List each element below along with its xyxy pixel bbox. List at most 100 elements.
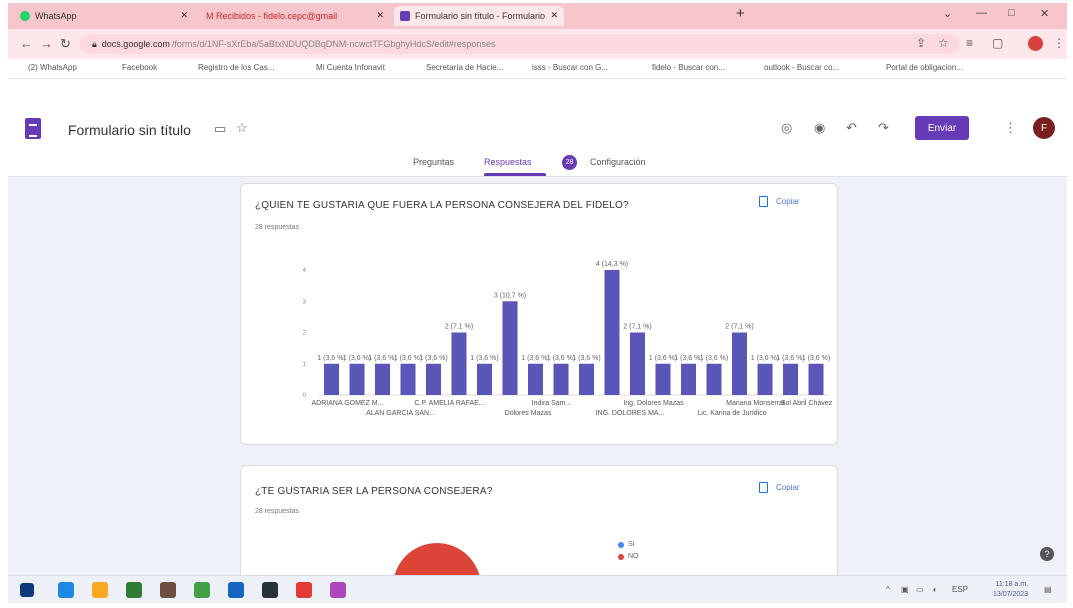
chart-bar [349, 363, 365, 395]
bookmark-portal[interactable]: Portal de obligacion... [874, 63, 963, 72]
share-icon[interactable]: ⇪ [916, 36, 926, 50]
app-icon[interactable] [160, 582, 176, 598]
bookmark-facebook[interactable]: Facebook [110, 63, 157, 72]
x-axis-label: ALAN GARCIA SAN... [366, 410, 435, 417]
chart-bar [808, 363, 824, 395]
taskbar-clock[interactable]: 11:18 a.m. 13/07/2023 [993, 580, 1028, 600]
responses-bar-chart: 012341 (3,6 %)1 (3,6 %)1 (3,6 %)1 (3,6 %… [303, 261, 833, 417]
tab-responses[interactable]: Respuestas [484, 157, 545, 176]
copy-chart-button[interactable]: Copiar [759, 196, 800, 207]
copy-icon [759, 482, 768, 493]
edge-icon[interactable] [58, 582, 74, 598]
infonavit-icon [304, 64, 312, 72]
windows-taskbar: ^ ▣ ▭ ◖ ESP 11:18 a.m. 13/07/2023 ▤ [8, 575, 1067, 603]
undo-icon[interactable]: ↶ [846, 120, 857, 136]
help-icon[interactable]: ? [1040, 547, 1054, 561]
google-icon [520, 64, 528, 72]
bar-value-label: 1 (3,6 %) [419, 355, 447, 362]
more-options-icon[interactable]: ⋮ [1004, 120, 1017, 136]
x-axis-label: ADRIANA GOMEZ M... [312, 400, 384, 407]
tab-whatsapp[interactable]: WhatsApp ✕ [14, 6, 194, 26]
responses-count-badge: 28 [562, 155, 577, 170]
google-icon [752, 64, 760, 72]
x-axis-label: C.P. AMELIA RAFAE... [414, 400, 484, 407]
clock-date: 13/07/2023 [993, 591, 1029, 598]
tab-questions[interactable]: Preguntas [413, 157, 454, 167]
forms-icon [400, 11, 410, 21]
bookmark-infonavit[interactable]: Mi Cuenta Infonavit [304, 63, 385, 72]
menu-dots-icon[interactable]: ⋮ [1053, 36, 1065, 50]
bookmark-registro[interactable]: Registro de los Cas... [186, 63, 274, 72]
notepad-icon[interactable] [126, 582, 142, 598]
tray-chevron-icon[interactable]: ^ [886, 585, 890, 594]
profile-avatar[interactable] [1028, 36, 1043, 51]
form-title[interactable]: Formulario sin título [68, 122, 191, 138]
close-tab-icon[interactable]: ✕ [376, 10, 384, 21]
network-icon[interactable]: ▭ [916, 585, 924, 594]
windows-start-icon[interactable] [20, 583, 34, 597]
address-bar[interactable]: 🔒︎ docs.google.com /forms/d/1NF-sXrEba/5… [80, 34, 960, 54]
forward-icon[interactable]: → [40, 36, 53, 51]
maximize-button[interactable]: □ [1008, 7, 1015, 19]
language-indicator[interactable]: ESP [952, 585, 968, 594]
app-icon-2[interactable] [330, 582, 346, 598]
close-window-button[interactable]: ✕ [1040, 7, 1049, 20]
bar-value-label: 1 (3,6 %) [776, 355, 804, 362]
chart-bar [528, 363, 543, 395]
extensions-icon[interactable]: ≡ [966, 36, 973, 50]
preview-eye-icon[interactable]: ◉ [814, 120, 825, 136]
tab-gmail[interactable]: M Recibidos - fidelo.cepc@gmail ✕ [200, 6, 390, 26]
reload-icon[interactable]: ↻ [60, 36, 71, 52]
tab-label: Formulario sin título - Formulario [415, 11, 546, 21]
bookmark-whatsapp[interactable]: (2) WhatsApp [16, 63, 77, 72]
chrome-icon[interactable] [296, 582, 312, 598]
sidepanel-icon[interactable]: ▢ [992, 36, 1003, 50]
bar-value-label: 1 (3,6 %) [521, 355, 549, 362]
bar-value-label: 1 (3,6 %) [317, 355, 345, 362]
tab-label: M Recibidos - fidelo.cepc@gmail [206, 11, 338, 21]
spotify-icon[interactable] [194, 582, 210, 598]
y-tick-label: 0 [303, 393, 307, 399]
redo-icon[interactable]: ↷ [878, 120, 889, 136]
bookmark-star-icon[interactable]: ☆ [938, 36, 949, 50]
question-title: ¿QUIEN TE GUSTARIA QUE FUERA LA PERSONA … [255, 200, 629, 211]
bookmark-fidelo[interactable]: fidelo - Buscar con... [640, 63, 725, 72]
whatsapp-icon [20, 11, 30, 21]
forms-header [8, 79, 1067, 149]
close-tab-icon[interactable]: ✕ [180, 10, 188, 21]
chart-bar [706, 363, 722, 395]
whatsapp-icon [16, 64, 24, 72]
clock-time: 11:18 a.m. [995, 581, 1029, 588]
google-icon [640, 64, 648, 72]
x-axis-label: Lic. Karina de Jurídico [697, 410, 766, 417]
legend-dot [618, 541, 624, 548]
forms-logo-icon[interactable] [25, 118, 41, 139]
obs-icon[interactable] [262, 582, 278, 598]
bookmark-hacienda[interactable]: Secretaría de Hacie... [414, 63, 503, 72]
palette-icon[interactable]: ◎ [781, 120, 792, 136]
star-icon[interactable]: ☆ [236, 120, 248, 136]
word-icon[interactable] [228, 582, 244, 598]
bookmark-isss[interactable]: isss - Buscar con G... [520, 63, 608, 72]
user-avatar[interactable]: F [1033, 117, 1055, 139]
notifications-icon[interactable]: ▤ [1044, 585, 1052, 594]
tab-search-icon[interactable]: ⌄ [943, 7, 952, 20]
copy-chart-button[interactable]: Copiar [759, 482, 800, 493]
bookmark-outlook[interactable]: outlook - Buscar co... [752, 63, 839, 72]
response-count: 28 respuestas [255, 508, 299, 515]
close-tab-icon[interactable]: ✕ [550, 10, 558, 21]
tab-forms[interactable]: Formulario sin título - Formulario ✕ [394, 6, 564, 26]
bar-value-label: 1 (3,6 %) [649, 355, 677, 362]
folder-icon[interactable]: ▭ [214, 121, 226, 137]
tab-settings[interactable]: Configuración [590, 157, 646, 167]
minimize-button[interactable]: — [976, 7, 987, 19]
volume-icon[interactable]: ◖ [932, 585, 937, 594]
new-tab-button[interactable]: + [736, 5, 745, 22]
tray-app-icon[interactable]: ▣ [901, 585, 909, 594]
file-explorer-icon[interactable] [92, 582, 108, 598]
bookmarks-bar: (2) WhatsApp Facebook Registro de los Ca… [8, 59, 1067, 79]
back-icon[interactable]: ← [20, 36, 33, 51]
bar-value-label: 1 (3,6 %) [343, 355, 371, 362]
send-button[interactable]: Enviar [915, 116, 969, 140]
screen-photo: WhatsApp ✕ M Recibidos - fidelo.cepc@gma… [8, 3, 1067, 603]
